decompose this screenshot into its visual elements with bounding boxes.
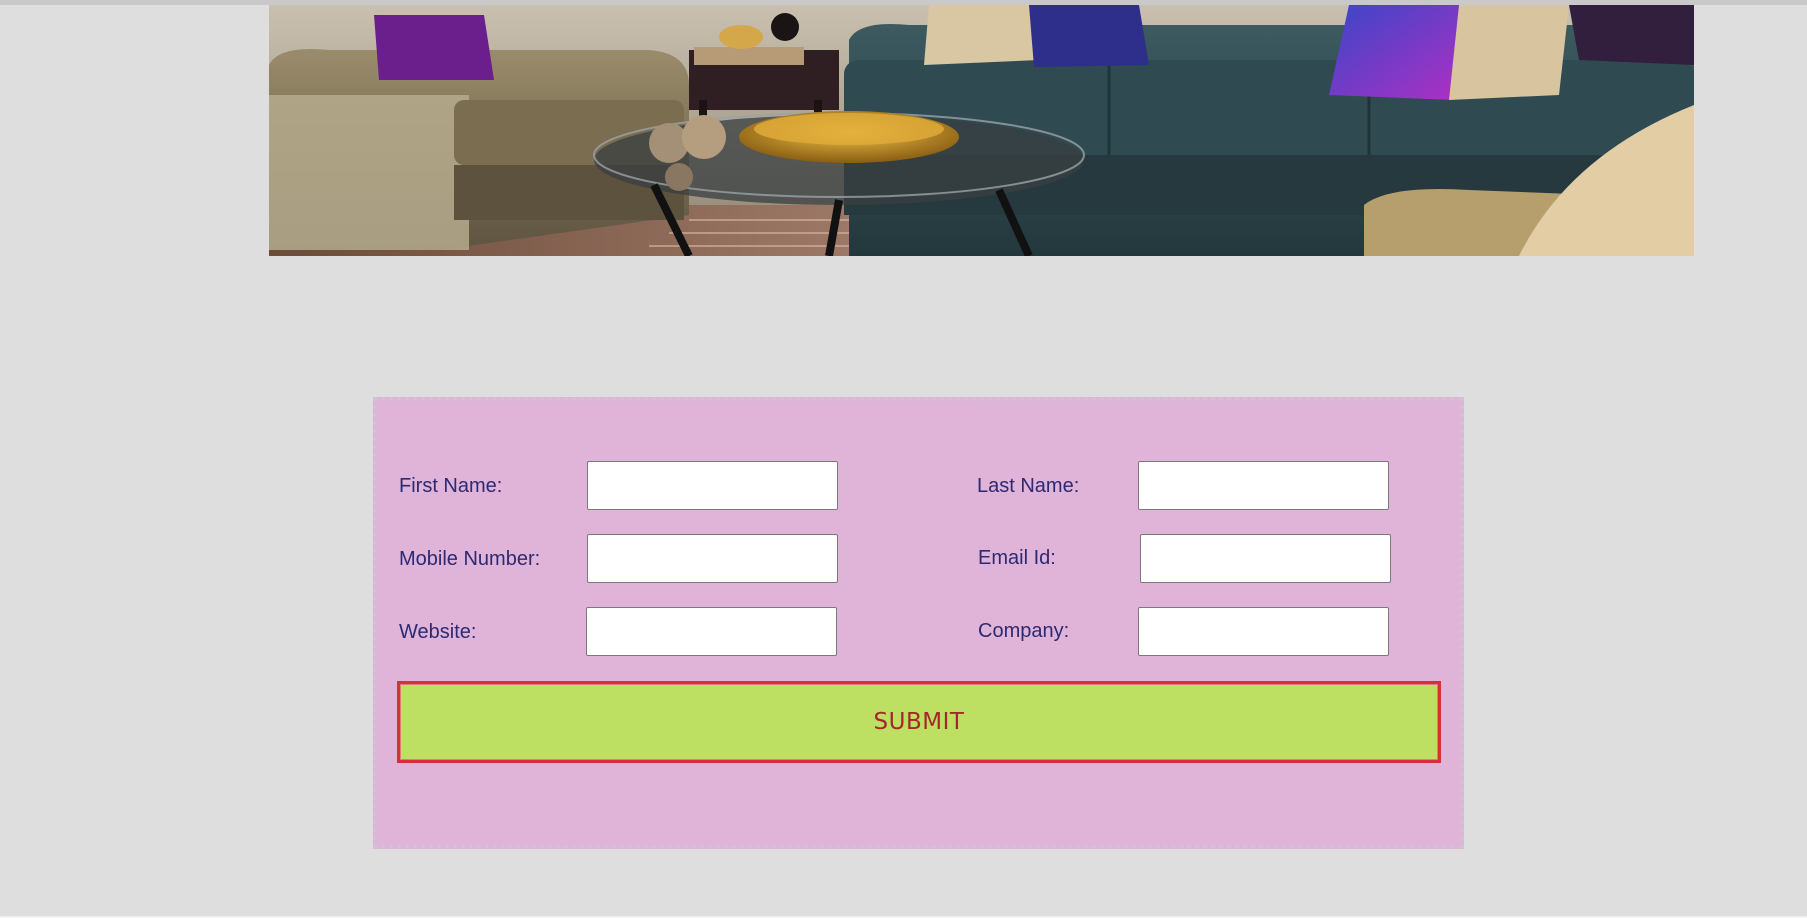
first-name-label: First Name: [399, 475, 503, 497]
living-room-illustration [269, 5, 1694, 256]
last-name-input[interactable] [1138, 461, 1389, 510]
email-id-label: Email Id: [978, 547, 1056, 569]
company-label: Company: [978, 620, 1070, 642]
website-input[interactable] [586, 607, 837, 656]
hero-image [269, 5, 1694, 256]
mobile-number-input[interactable] [587, 534, 838, 583]
website-label: Website: [399, 621, 477, 643]
submit-button[interactable]: SUBMIT [397, 681, 1441, 763]
company-input[interactable] [1138, 607, 1389, 656]
mobile-number-label: Mobile Number: [399, 548, 541, 570]
email-id-input[interactable] [1140, 534, 1391, 583]
first-name-input[interactable] [587, 461, 838, 510]
contact-form: First Name: Last Name: Mobile Number: Em… [373, 397, 1464, 849]
last-name-label: Last Name: [977, 475, 1080, 497]
